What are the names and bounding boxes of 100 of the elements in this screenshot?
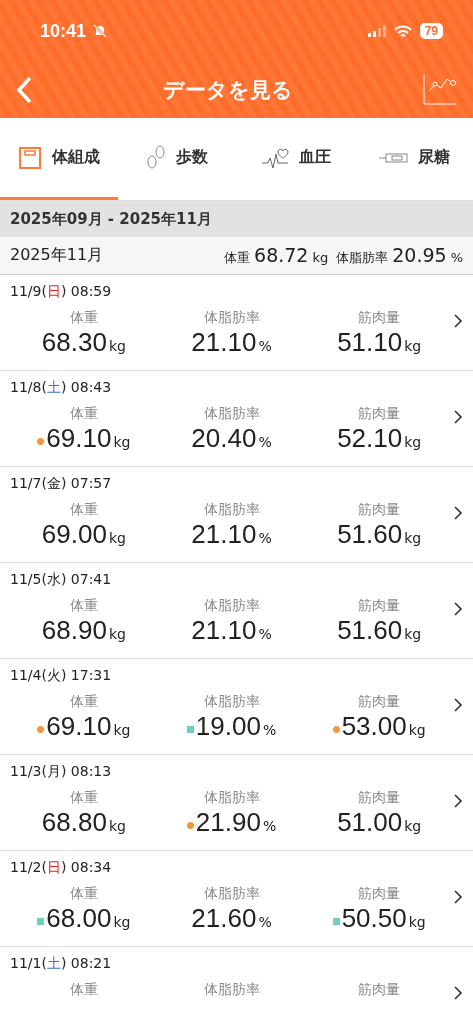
chevron-right-icon bbox=[453, 313, 463, 329]
metric-label: 体重 bbox=[69, 981, 98, 999]
record-row[interactable]: 11/3(月) 08:13 体重 68.80 kg 体脂肪率 21.90% 筋肉量 51.00 kg bbox=[0, 755, 473, 851]
status-time: 10:41 bbox=[40, 20, 87, 42]
footprints-icon bbox=[146, 143, 167, 172]
record-row[interactable]: 11/1(土) 08:21 体重 体脂肪率 筋肉量 bbox=[0, 947, 473, 1024]
metric-value: 51.60 bbox=[337, 519, 403, 550]
metric-value: 21.10 bbox=[191, 519, 257, 550]
chevron-right-icon bbox=[453, 697, 463, 713]
record-date: 11/8(土) 08:43 bbox=[10, 379, 113, 397]
metric-unit: kg bbox=[108, 530, 126, 546]
metric-label: 体脂肪率 bbox=[203, 885, 260, 903]
metric-value: 52.10 bbox=[337, 423, 403, 454]
record-row[interactable]: 11/5(水) 07:41 体重 68.90 kg 体脂肪率 21.10% 筋肉量 51.60 kg bbox=[0, 563, 473, 659]
metric-label: 体重 bbox=[69, 885, 98, 903]
line-chart-icon[interactable] bbox=[423, 75, 457, 105]
summary-label: 体重 bbox=[224, 249, 251, 267]
metric-label: 体脂肪率 bbox=[203, 309, 260, 327]
metric-label: 筋肉量 bbox=[358, 885, 401, 903]
record-row[interactable]: 11/7(金) 07:57 体重 69.00 kg 体脂肪率 21.10% 筋肉量 51.60 kg bbox=[0, 467, 473, 563]
record-row[interactable]: 11/2(日) 08:34 体重 68.00 kg 体脂肪率 21.60% 筋肉量 50.50 kg bbox=[0, 851, 473, 947]
metric-unit: % bbox=[258, 434, 272, 450]
metric-value: 68.00 bbox=[46, 903, 112, 934]
metric-unit: kg bbox=[113, 722, 131, 738]
summary-value: 68.72 bbox=[254, 244, 309, 266]
metric-value: 21.90 bbox=[195, 807, 261, 838]
chevron-right-icon bbox=[453, 985, 463, 1001]
screen-title: データを見る bbox=[161, 77, 294, 104]
battery-icon: 79 bbox=[419, 23, 443, 39]
metric-unit: % bbox=[258, 914, 272, 930]
metric-value: 20.40 bbox=[191, 423, 257, 454]
metric-unit: % bbox=[258, 626, 272, 642]
metric-label: 筋肉量 bbox=[358, 597, 401, 615]
metric-unit: kg bbox=[113, 914, 131, 930]
summary-label: 体脂肪率 bbox=[336, 249, 389, 267]
metric-unit: kg bbox=[404, 434, 422, 450]
metric-unit: kg bbox=[108, 626, 126, 642]
metric-unit: % bbox=[262, 818, 277, 834]
chevron-right-icon bbox=[453, 409, 463, 425]
metric-value: 68.90 bbox=[41, 615, 107, 646]
record-row[interactable]: 11/8(土) 08:43 体重 69.10 kg 体脂肪率 20.40% 筋肉量 52.10 kg bbox=[0, 371, 473, 467]
metric-label: 体重 bbox=[69, 501, 98, 519]
metric-value: 51.00 bbox=[337, 807, 403, 838]
metric-label: 筋肉量 bbox=[358, 693, 401, 711]
metric-unit: kg bbox=[408, 722, 426, 738]
metric-value: 51.60 bbox=[337, 615, 403, 646]
metric-value: 69.10 bbox=[46, 711, 112, 742]
record-date: 11/4(火) 17:31 bbox=[10, 667, 113, 685]
metric-unit: kg bbox=[108, 818, 126, 834]
category-tab[interactable]: 尿糖 bbox=[354, 118, 473, 200]
record-date: 11/2(日) 08:34 bbox=[10, 859, 113, 877]
metric-value: 69.10 bbox=[46, 423, 112, 454]
month-label: 2025年11月 bbox=[10, 245, 104, 266]
tab-label: 尿糖 bbox=[417, 147, 450, 168]
metric-unit: kg bbox=[408, 914, 426, 930]
metric-unit: kg bbox=[108, 338, 126, 354]
back-icon[interactable] bbox=[16, 76, 32, 104]
chevron-right-icon bbox=[453, 505, 463, 521]
metric-value: 19.00 bbox=[195, 711, 261, 742]
date-range-header: 2025年09月 - 2025年11月 bbox=[0, 201, 473, 237]
record-date: 11/1(土) 08:21 bbox=[10, 955, 113, 973]
metric-value: 21.60 bbox=[191, 903, 257, 934]
metric-unit: % bbox=[258, 338, 272, 354]
tab-label: 血圧 bbox=[298, 147, 331, 168]
summary-unit: % bbox=[450, 250, 463, 265]
category-tab[interactable]: 血圧 bbox=[236, 118, 355, 200]
metric-value: 51.10 bbox=[337, 327, 403, 358]
record-date: 11/7(金) 07:57 bbox=[10, 475, 113, 493]
chevron-right-icon bbox=[453, 889, 463, 905]
metric-label: 筋肉量 bbox=[358, 405, 401, 423]
metric-label: 体重 bbox=[69, 405, 98, 423]
chevron-right-icon bbox=[453, 601, 463, 617]
record-date: 11/5(水) 07:41 bbox=[10, 571, 113, 589]
metric-unit: % bbox=[258, 530, 272, 546]
summary-unit: kg bbox=[312, 250, 329, 265]
record-row[interactable]: 11/9(日) 08:59 体重 68.30 kg 体脂肪率 21.10% 筋肉量 51.10 kg bbox=[0, 275, 473, 371]
metric-label: 筋肉量 bbox=[358, 501, 401, 519]
metric-label: 体脂肪率 bbox=[203, 597, 260, 615]
summary-value: 20.95 bbox=[392, 244, 447, 266]
tab-label: 歩数 bbox=[176, 147, 209, 168]
metric-value: 21.10 bbox=[191, 327, 257, 358]
metric-unit: % bbox=[262, 722, 277, 738]
metric-label: 筋肉量 bbox=[358, 309, 401, 327]
metric-unit: kg bbox=[404, 530, 422, 546]
metric-unit: kg bbox=[404, 338, 422, 354]
metric-label: 体脂肪率 bbox=[203, 693, 260, 711]
record-row[interactable]: 11/4(火) 17:31 体重 69.10 kg 体脂肪率 19.00% 筋肉量 53.00 kg bbox=[0, 659, 473, 755]
chevron-right-icon bbox=[453, 793, 463, 809]
metric-value: 53.00 bbox=[341, 711, 407, 742]
metric-value: 69.00 bbox=[41, 519, 107, 550]
scale-icon bbox=[18, 145, 43, 170]
metric-label: 筋肉量 bbox=[358, 789, 401, 807]
record-date: 11/3(月) 08:13 bbox=[10, 763, 113, 781]
wifi-icon bbox=[393, 24, 412, 38]
metric-label: 体重 bbox=[69, 693, 98, 711]
metric-unit: kg bbox=[113, 434, 131, 450]
category-tab[interactable]: 歩数 bbox=[118, 118, 237, 200]
metric-label: 筋肉量 bbox=[358, 981, 401, 999]
metric-label: 体重 bbox=[69, 789, 98, 807]
metric-unit: kg bbox=[404, 626, 422, 642]
